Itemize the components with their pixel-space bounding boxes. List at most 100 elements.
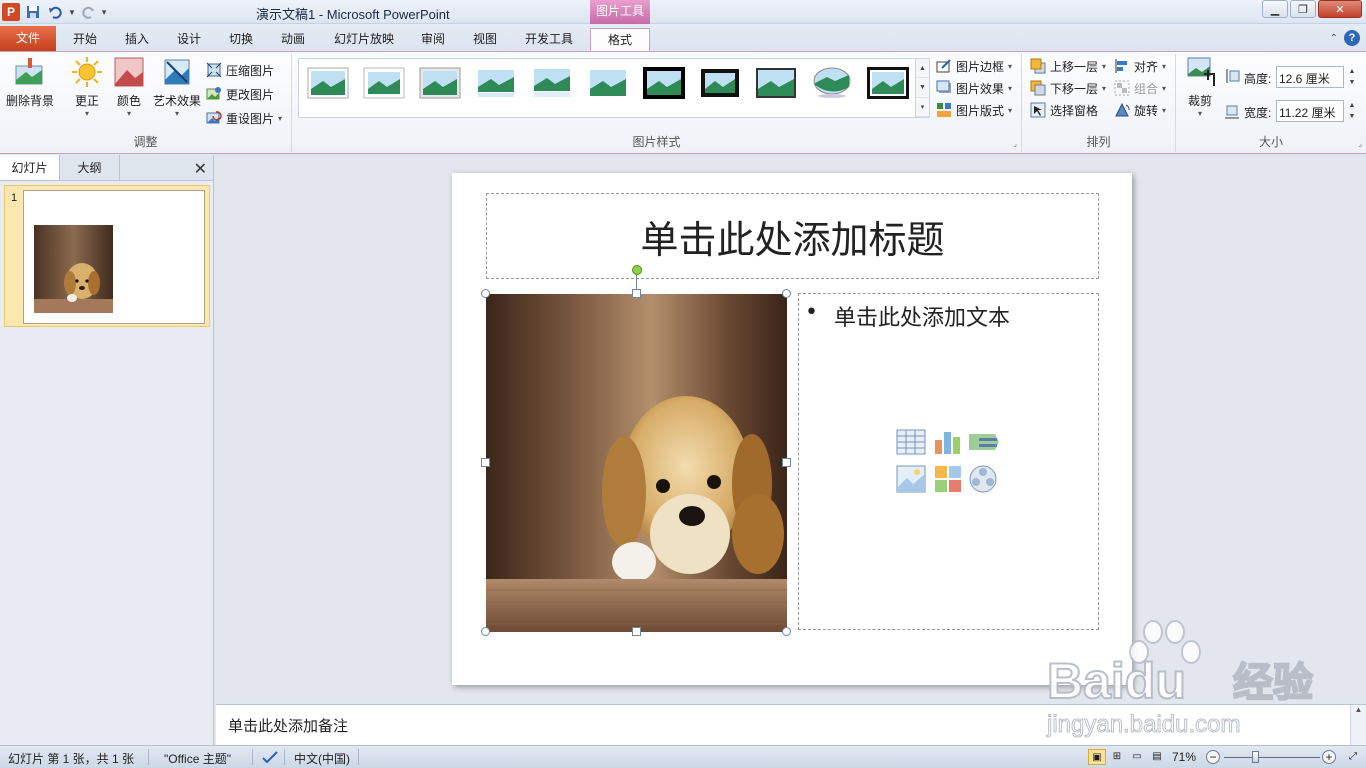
spin-down-icon[interactable]: ▼ <box>1349 79 1356 86</box>
insert-picture-icon[interactable] <box>896 465 926 493</box>
style-thumbnail[interactable] <box>307 67 349 99</box>
reading-view-icon[interactable]: ▭ <box>1128 749 1146 765</box>
insert-chart-icon[interactable] <box>935 432 960 454</box>
slide-sorter-icon[interactable]: ⊞ <box>1108 749 1126 765</box>
style-thumbnail[interactable] <box>699 67 741 99</box>
selection-pane-button[interactable]: 选择窗格 <box>1030 100 1098 120</box>
maximize-icon[interactable]: ❐ <box>1290 0 1316 18</box>
zoom-slider-track[interactable] <box>1224 757 1320 758</box>
tab-insert[interactable]: 插入 <box>116 28 158 51</box>
resize-handle[interactable] <box>632 289 641 298</box>
tab-transitions[interactable]: 切换 <box>220 28 262 51</box>
resize-handle[interactable] <box>782 458 791 467</box>
style-thumbnail[interactable] <box>587 67 629 99</box>
tab-format[interactable]: 格式 <box>590 28 650 51</box>
redo-icon[interactable] <box>80 3 98 21</box>
tab-home[interactable]: 开始 <box>64 28 106 51</box>
height-input[interactable]: 12.6 厘米 <box>1276 66 1344 88</box>
language-indicator[interactable]: 中文(中国) <box>294 750 350 767</box>
height-spinner[interactable]: ▲ ▼ <box>1346 66 1358 88</box>
rotation-handle[interactable] <box>632 265 642 275</box>
gallery-more-icon[interactable]: ▾ <box>916 98 929 117</box>
resize-handle[interactable] <box>481 627 490 636</box>
spin-down-icon[interactable]: ▼ <box>1349 113 1356 120</box>
fit-to-window-icon[interactable]: ⤢ <box>1344 749 1362 765</box>
close-pane-icon[interactable]: ✕ <box>194 159 207 179</box>
tab-outline[interactable]: 大纲 <box>60 155 120 180</box>
style-thumbnail[interactable] <box>867 67 909 99</box>
change-picture-button[interactable]: 更改图片 <box>206 84 274 104</box>
help-icon[interactable]: ? <box>1344 30 1360 46</box>
spin-up-icon[interactable]: ▲ <box>1349 102 1356 109</box>
insert-clipart-icon[interactable] <box>935 466 961 492</box>
notes-placeholder[interactable]: 单击此处添加备注 <box>228 715 348 736</box>
align-button[interactable]: 对齐 ▾ <box>1114 56 1166 76</box>
width-spinner[interactable]: ▲ ▼ <box>1346 100 1358 122</box>
spin-up-icon[interactable]: ▲ <box>1349 68 1356 75</box>
tab-slides[interactable]: 幻灯片 <box>0 155 60 180</box>
customize-qat-icon[interactable]: ▾ <box>102 7 107 18</box>
insert-smartart-icon[interactable] <box>969 434 999 450</box>
normal-view-icon[interactable]: ▣ <box>1088 749 1106 765</box>
content-placeholder[interactable]: • 单击此处添加文本 <box>798 293 1099 630</box>
style-thumbnail[interactable] <box>643 67 685 99</box>
zoom-slider-knob[interactable] <box>1252 751 1259 763</box>
width-input[interactable]: 11.22 厘米 <box>1276 100 1344 122</box>
style-thumbnail[interactable] <box>419 67 461 99</box>
send-backward-button[interactable]: 下移一层 ▾ <box>1030 78 1106 98</box>
crop-button[interactable]: 裁剪 ▾ <box>1182 56 1218 119</box>
resize-handle[interactable] <box>481 289 490 298</box>
style-thumbnail[interactable] <box>531 67 573 99</box>
spellcheck-icon[interactable] <box>262 750 278 764</box>
zoom-out-icon[interactable]: − <box>1206 750 1220 764</box>
tab-design[interactable]: 设计 <box>168 28 210 51</box>
tab-slideshow[interactable]: 幻灯片放映 <box>326 28 402 51</box>
save-icon[interactable] <box>24 3 42 21</box>
slideshow-view-icon[interactable]: ▤ <box>1148 749 1166 765</box>
tab-view[interactable]: 视图 <box>464 28 506 51</box>
powerpoint-logo-icon[interactable]: P <box>2 3 20 21</box>
compress-pictures-button[interactable]: 压缩图片 <box>206 60 274 80</box>
resize-handle[interactable] <box>782 289 791 298</box>
gallery-down-icon[interactable]: ▼ <box>916 78 929 98</box>
dialog-launcher-icon[interactable]: ⌟ <box>1358 139 1362 148</box>
tab-animations[interactable]: 动画 <box>272 28 314 51</box>
bring-forward-button[interactable]: 上移一层 ▾ <box>1030 56 1106 76</box>
theme-name[interactable]: "Office 主题" <box>164 750 231 767</box>
style-thumbnail[interactable] <box>475 67 517 99</box>
tab-file[interactable]: 文件 <box>0 26 56 51</box>
close-icon[interactable]: ✕ <box>1318 0 1362 18</box>
rotate-button[interactable]: 旋转 ▾ <box>1114 100 1166 120</box>
group-objects-button[interactable]: 组合 ▾ <box>1114 78 1166 98</box>
remove-background-button[interactable]: 删除背景 <box>4 56 56 109</box>
undo-dropdown-icon[interactable]: ▼ <box>68 8 76 17</box>
tab-developer[interactable]: 开发工具 <box>516 28 582 51</box>
title-placeholder[interactable]: 单击此处添加标题 <box>486 193 1099 279</box>
undo-icon[interactable] <box>46 3 64 21</box>
picture-layout-button[interactable]: 图片版式 ▾ <box>936 100 1012 120</box>
style-thumbnail[interactable] <box>811 67 853 99</box>
slide-thumbnail[interactable] <box>23 190 205 324</box>
artistic-effects-button[interactable]: 艺术效果 ▾ <box>150 56 204 119</box>
collapse-ribbon-icon[interactable]: ⌃ <box>1330 33 1338 44</box>
insert-media-icon[interactable] <box>969 465 997 493</box>
corrections-button[interactable]: 更正 ▾ <box>66 56 108 119</box>
zoom-level[interactable]: 71% <box>1172 750 1196 764</box>
resize-handle[interactable] <box>481 458 490 467</box>
resize-handle[interactable] <box>632 627 641 636</box>
reset-picture-button[interactable]: 重设图片 ▾ <box>206 108 282 128</box>
selected-picture[interactable] <box>486 294 787 632</box>
style-thumbnail[interactable] <box>755 67 797 99</box>
zoom-in-icon[interactable]: + <box>1322 750 1336 764</box>
insert-table-icon[interactable] <box>896 429 926 455</box>
minimize-icon[interactable]: ▁ <box>1262 0 1288 18</box>
resize-handle[interactable] <box>782 627 791 636</box>
dialog-launcher-icon[interactable]: ⌟ <box>1013 139 1017 148</box>
gallery-up-icon[interactable]: ▲ <box>916 59 929 79</box>
style-thumbnail[interactable] <box>363 67 405 99</box>
picture-effects-button[interactable]: 图片效果 ▾ <box>936 78 1012 98</box>
color-button[interactable]: 颜色 ▾ <box>110 56 148 119</box>
tab-review[interactable]: 审阅 <box>412 28 454 51</box>
picture-border-button[interactable]: 图片边框 ▾ <box>936 56 1012 76</box>
slide-thumbnail-selected[interactable]: 1 <box>4 185 210 327</box>
